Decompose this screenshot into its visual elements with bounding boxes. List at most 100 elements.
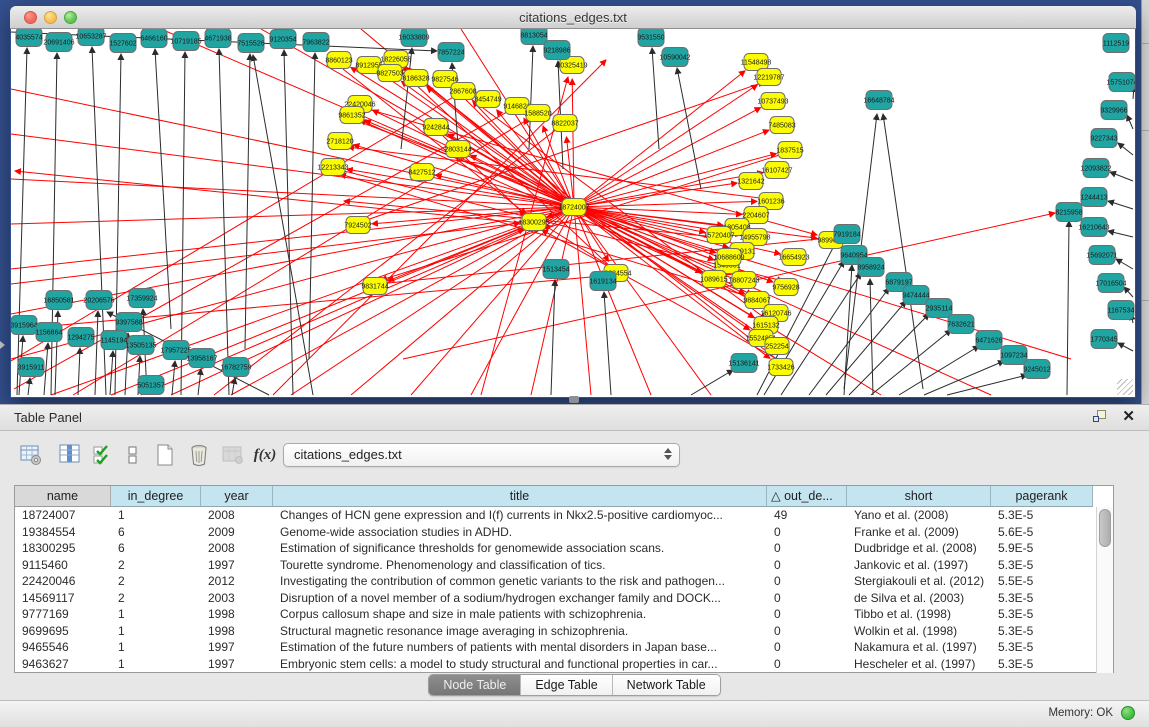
graph-node[interactable]: 8427512 [408,164,435,181]
graph-node[interactable]: 10590042 [659,48,690,67]
graph-node[interactable]: 8215958 [1055,203,1082,222]
graph-node[interactable]: 12213343 [317,159,348,176]
graph-node[interactable]: 1733426 [767,359,794,376]
graph-node[interactable]: 8454749 [474,91,501,108]
graph-node[interactable]: 7963822 [302,33,329,52]
graph-node[interactable]: 17359924 [126,289,157,308]
column-header-out_de[interactable]: △ out_de... [767,486,847,507]
graph-node[interactable]: 1112519 [1103,34,1129,53]
column-header-name[interactable]: name [15,486,111,507]
graph-node[interactable]: 2867608 [449,83,476,100]
table-row[interactable]: 969969511998Structural magnetic resonanc… [15,623,1093,640]
graph-node[interactable]: 1167534 [1108,301,1135,320]
graph-node[interactable]: 9827503 [376,65,403,82]
graph-node[interactable]: 1156864 [36,323,63,342]
graph-node[interactable]: 5051357 [137,376,164,395]
graph-node[interactable]: 1527602 [109,34,136,53]
network-canvas[interactable]: 8860123891295518226058982750381863289827… [11,29,1135,397]
graph-node[interactable]: 10653287 [75,29,106,46]
graph-node[interactable]: 13505135 [125,336,156,355]
graph-node[interactable]: 3915911 [18,358,45,377]
graph-node[interactable]: 1244413 [1080,188,1107,207]
graph-node[interactable]: 1588520 [524,105,551,122]
row-height-icon[interactable] [118,440,148,470]
graph-node[interactable]: 1097234 [1000,346,1027,365]
graph-node[interactable]: 1145194 [101,331,128,350]
delete-table-icon[interactable] [184,440,214,470]
graph-node[interactable]: 7924502 [344,217,371,234]
graph-node[interactable]: 7632621 [947,315,974,334]
graph-node[interactable]: 1089615 [700,271,727,288]
scrollbar-thumb[interactable] [1099,509,1111,547]
graph-node[interactable]: 4671938 [204,29,231,48]
graph-node[interactable]: 2718120 [326,133,353,150]
column-header-title[interactable]: title [273,486,767,507]
close-panel-icon[interactable]: ✕ [1122,409,1135,424]
graph-node[interactable]: 2803144 [444,141,471,158]
graph-node[interactable]: 17016504 [1095,274,1126,293]
table-row[interactable]: 946362711997Embryonic stem cells: a mode… [15,656,1093,673]
table-row[interactable]: 977716911998Corpus callosum shape and si… [15,606,1093,623]
table-selector-dropdown[interactable]: citations_edges.txt [283,443,680,467]
table-row[interactable]: 2242004622012Investigating the contribut… [15,573,1093,590]
graph-node[interactable]: 15720407 [703,227,734,244]
resize-grip[interactable] [1117,379,1133,395]
graph-node[interactable]: 9831744 [361,278,388,295]
graph-node[interactable]: 8958924 [857,258,884,277]
graph-node[interactable]: 1770345 [1090,330,1117,349]
graph-node[interactable]: 16782759 [220,358,251,377]
tab-edge-table[interactable]: Edge Table [521,675,612,695]
graph-node[interactable]: 18807243 [728,272,759,289]
graph-node[interactable]: 9227343 [1090,129,1117,148]
graph-node[interactable]: 15136141 [728,354,759,373]
graph-node[interactable]: 9397588 [115,313,142,332]
graph-node[interactable]: 16850581 [43,291,74,310]
column-header-in_degree[interactable]: in_degree [111,486,201,507]
table-settings-icon[interactable] [16,440,46,470]
graph-node[interactable]: 6466160 [140,29,167,48]
column-header-pagerank[interactable]: pagerank [991,486,1093,507]
graph-node[interactable]: 9474444 [902,286,929,305]
column-header-year[interactable]: year [201,486,273,507]
graph-node[interactable]: 15692071 [1086,246,1117,265]
memory-ok-indicator[interactable] [1121,706,1135,720]
table-row[interactable]: 1938455462009Genome-wide association stu… [15,524,1093,541]
graph-node[interactable]: 13958167 [186,349,217,368]
graph-node[interactable]: 10719185 [170,32,201,51]
graph-node[interactable]: 9242844 [422,119,449,136]
table-row[interactable]: 1830029562008Estimation of significance … [15,540,1093,557]
table-row[interactable]: 1872400712008Changes of HCN gene express… [15,507,1093,524]
graph-node[interactable]: 252254 [765,338,789,355]
graph-node[interactable]: 8860123 [325,52,352,69]
select-rows-icon[interactable] [88,440,118,470]
function-builder-icon[interactable]: f(x) [250,440,280,470]
graph-node[interactable]: 16107427 [761,162,792,179]
graph-node[interactable]: 12219787 [753,69,784,86]
graph-hub-node[interactable]: 18724007 [558,199,589,216]
new-table-icon[interactable] [150,440,180,470]
graph-node[interactable]: 20206576 [83,291,114,310]
graph-node[interactable]: 1321642 [737,173,764,190]
graph-node[interactable]: 1837515 [776,142,803,159]
graph-node[interactable]: 9861352 [338,107,365,124]
graph-node[interactable]: 8186328 [402,70,429,87]
table-row[interactable]: 1456911722003Disruption of a novel membe… [15,590,1093,607]
graph-node[interactable]: 1513454 [542,260,569,279]
table-row[interactable]: 911546021997Tourette syndrome. Phenomeno… [15,557,1093,574]
table-row[interactable]: 946554611997Estimation of the future num… [15,639,1093,656]
graph-node[interactable]: 16210643 [1078,218,1109,237]
graph-node[interactable]: 8822037 [551,115,578,132]
graph-node[interactable]: 15751074 [1106,73,1135,92]
graph-node[interactable]: 9531550 [637,29,664,47]
splitter-handle[interactable] [569,396,579,403]
graph-node[interactable]: 8813054 [520,29,547,45]
graph-node[interactable]: 7919184 [833,225,860,244]
graph-node[interactable]: 18300295 [518,214,549,231]
graph-node[interactable]: 20691406 [43,33,74,52]
graph-node[interactable]: 7515526 [237,34,264,53]
graph-node[interactable]: 10688609 [713,249,744,266]
graph-node[interactable]: 16654923 [778,249,809,266]
graph-node[interactable]: 7485083 [768,117,795,134]
graph-node[interactable]: 9329966 [1100,101,1127,120]
graph-node[interactable]: 6471626 [975,331,1002,350]
